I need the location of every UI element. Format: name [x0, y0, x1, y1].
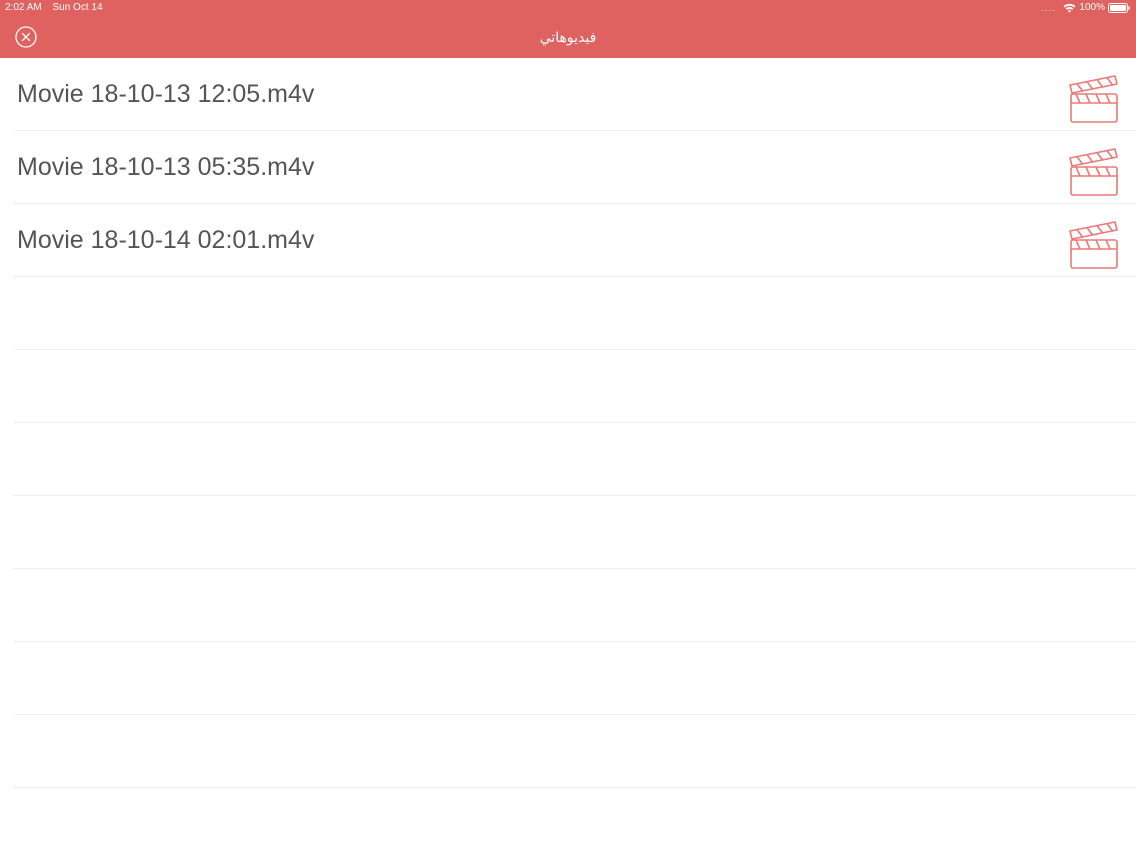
empty-row — [13, 350, 1136, 423]
file-name: Movie 18-10-13 12:05.m4v — [17, 80, 315, 108]
battery-percent: 100% — [1079, 2, 1105, 13]
status-time: 2:02 AM — [5, 2, 42, 13]
file-row[interactable]: Movie 18-10-14 02:01.m4v — [13, 204, 1136, 277]
nav-bar: 2:02 AM Sun Oct 14 .... 100% فيديوهاتي — [0, 0, 1136, 58]
wifi-icon — [1063, 3, 1076, 13]
status-right: .... 100% — [1041, 2, 1130, 13]
signal-dots: .... — [1041, 2, 1056, 13]
file-name: Movie 18-10-14 02:01.m4v — [17, 226, 315, 254]
empty-row — [13, 496, 1136, 569]
status-date: Sun Oct 14 — [52, 2, 103, 13]
clapperboard-icon — [1069, 148, 1118, 196]
battery-icon — [1108, 2, 1130, 13]
clapperboard-icon — [1069, 75, 1118, 123]
file-row[interactable]: Movie 18-10-13 05:35.m4v — [13, 131, 1136, 204]
file-row[interactable]: Movie 18-10-13 12:05.m4v — [13, 58, 1136, 131]
page-title: فيديوهاتي — [539, 29, 597, 45]
empty-row — [13, 569, 1136, 642]
empty-row — [13, 715, 1136, 788]
status-bar: 2:02 AM Sun Oct 14 .... 100% — [0, 0, 1136, 16]
file-name: Movie 18-10-13 05:35.m4v — [17, 153, 315, 181]
file-list: Movie 18-10-13 12:05.m4v Movie 18-10-13 … — [0, 58, 1136, 788]
status-left: 2:02 AM Sun Oct 14 — [5, 2, 111, 13]
empty-row — [13, 642, 1136, 715]
clapperboard-icon — [1069, 221, 1118, 269]
empty-row — [13, 423, 1136, 496]
empty-row — [13, 277, 1136, 350]
